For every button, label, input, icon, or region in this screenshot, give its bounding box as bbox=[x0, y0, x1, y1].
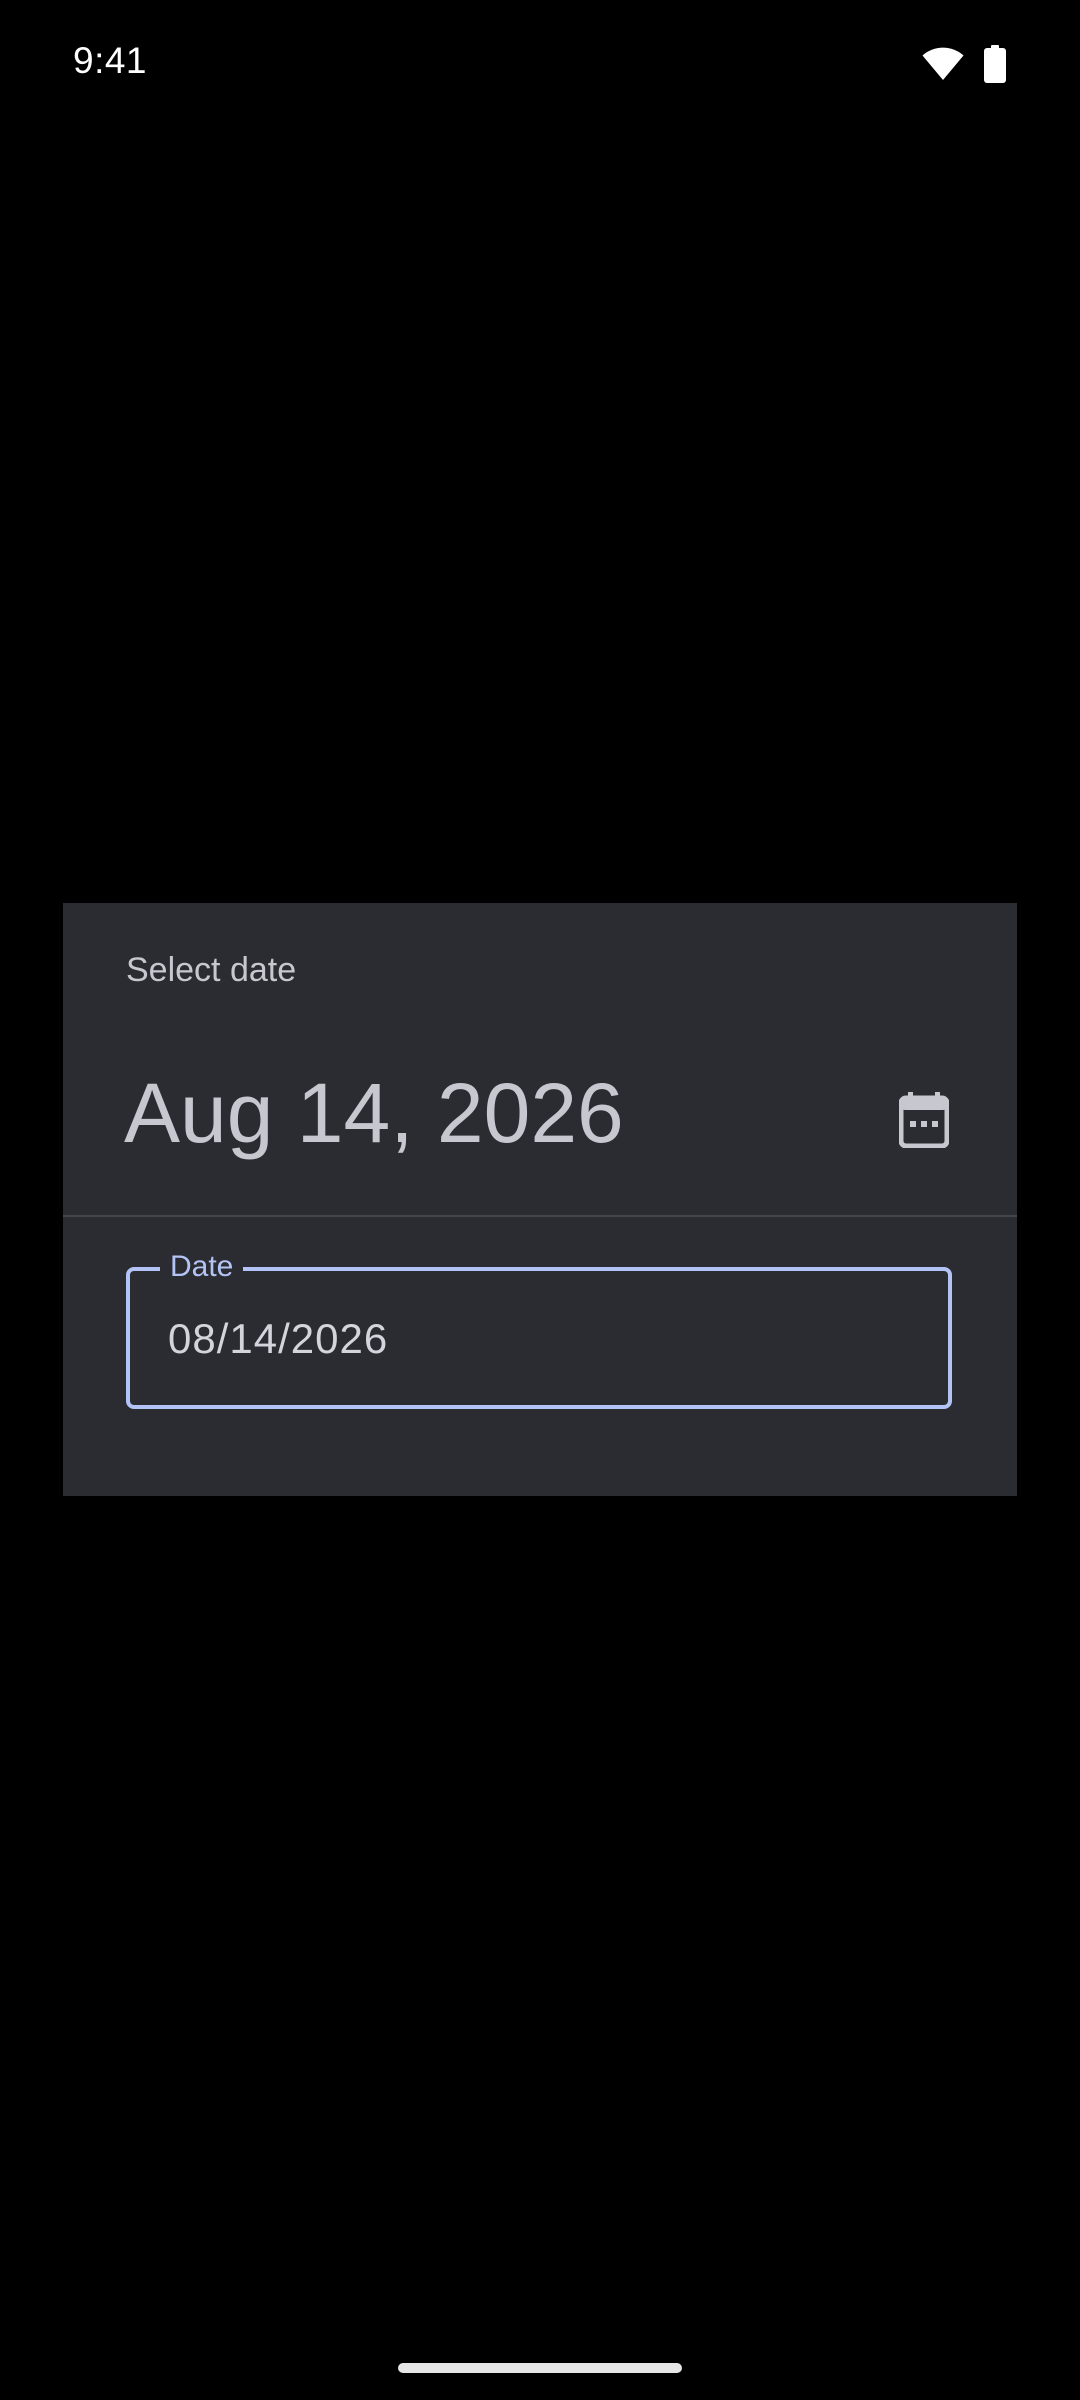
battery-icon bbox=[984, 45, 1006, 83]
gesture-nav-handle[interactable] bbox=[398, 2363, 682, 2373]
date-input[interactable] bbox=[168, 1315, 908, 1363]
calendar-icon bbox=[898, 1091, 950, 1153]
status-icons bbox=[922, 44, 1006, 84]
status-bar: 9:41 bbox=[0, 0, 1080, 130]
status-time: 9:41 bbox=[73, 40, 148, 81]
date-picker-dialog: Select date Aug 14, 2026 Date 08/14/2026 bbox=[63, 903, 1017, 1496]
wifi-icon bbox=[922, 47, 964, 81]
header-divider bbox=[63, 1215, 1017, 1217]
dialog-title: Select date bbox=[126, 951, 297, 989]
date-text-field[interactable]: Date bbox=[126, 1247, 952, 1409]
dialog-header: Select date Aug 14, 2026 bbox=[63, 903, 1017, 1216]
screen: 9:41 Select date Aug 14, 2026 Date 08/14… bbox=[0, 0, 1080, 2400]
date-field-label: Date bbox=[160, 1247, 244, 1287]
selected-date-headline: Aug 14, 2026 bbox=[124, 1066, 624, 1160]
calendar-mode-button[interactable] bbox=[885, 1083, 963, 1161]
